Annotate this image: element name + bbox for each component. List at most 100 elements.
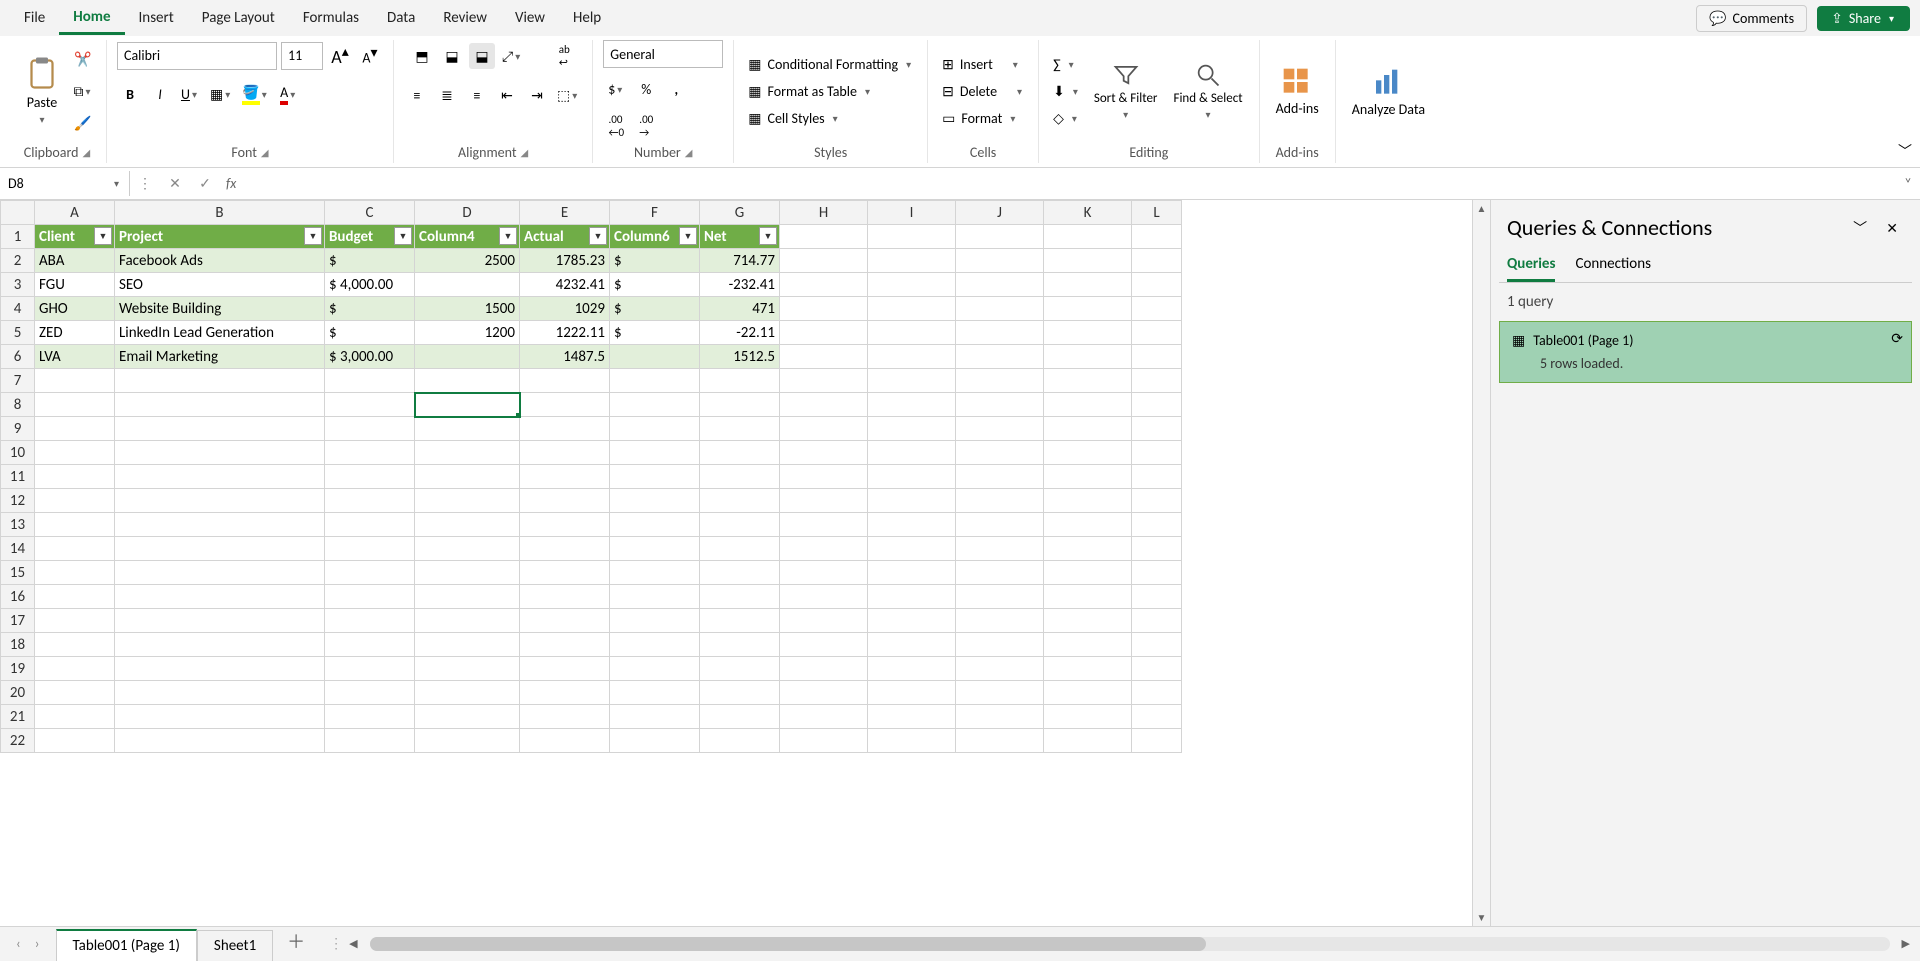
decrease-font-button[interactable]: A▾: [357, 41, 383, 70]
cell[interactable]: [956, 657, 1044, 681]
cell[interactable]: [1132, 585, 1182, 609]
align-center-button[interactable]: ≣: [434, 82, 460, 108]
tab-file[interactable]: File: [10, 3, 59, 33]
cell[interactable]: [956, 465, 1044, 489]
cell[interactable]: [610, 729, 700, 753]
cell[interactable]: [700, 537, 780, 561]
cell[interactable]: $: [610, 321, 700, 345]
horizontal-scrollbar[interactable]: ⋮ ◀ ▶: [319, 935, 1920, 952]
cell[interactable]: [1044, 681, 1132, 705]
row-header[interactable]: 5: [1, 321, 35, 345]
cell[interactable]: [700, 705, 780, 729]
cell[interactable]: [115, 585, 325, 609]
pane-collapse-button[interactable]: ﹀: [1843, 220, 1877, 237]
cell[interactable]: [780, 681, 868, 705]
cell[interactable]: [415, 729, 520, 753]
cell[interactable]: [35, 369, 115, 393]
cell[interactable]: [700, 585, 780, 609]
cell[interactable]: [520, 609, 610, 633]
cell[interactable]: [956, 417, 1044, 441]
cell[interactable]: ABA: [35, 249, 115, 273]
cell[interactable]: [868, 489, 956, 513]
spreadsheet-grid[interactable]: ABCDEFGHIJKL1Client▼Project▼Budget▼Colum…: [0, 200, 1182, 753]
cell[interactable]: [956, 393, 1044, 417]
cell[interactable]: [1132, 369, 1182, 393]
cell[interactable]: [868, 729, 956, 753]
cell[interactable]: [115, 561, 325, 585]
cell[interactable]: [415, 345, 520, 369]
cell[interactable]: [956, 273, 1044, 297]
cell[interactable]: Website Building: [115, 297, 325, 321]
cell[interactable]: [415, 633, 520, 657]
cell[interactable]: [35, 633, 115, 657]
cell[interactable]: [325, 489, 415, 513]
cell[interactable]: [415, 609, 520, 633]
cell[interactable]: [520, 489, 610, 513]
decrease-indent-button[interactable]: ⇤: [494, 82, 520, 108]
cell[interactable]: [868, 273, 956, 297]
table-header-cell[interactable]: Column4▼: [415, 225, 520, 249]
cell[interactable]: [1044, 393, 1132, 417]
cell[interactable]: [35, 681, 115, 705]
scroll-down-icon[interactable]: ▼: [1477, 911, 1487, 924]
cell[interactable]: [868, 609, 956, 633]
cell[interactable]: [115, 657, 325, 681]
cell[interactable]: -22.11: [700, 321, 780, 345]
cell[interactable]: [520, 393, 610, 417]
cell[interactable]: [700, 417, 780, 441]
cell[interactable]: [610, 369, 700, 393]
cell[interactable]: [868, 369, 956, 393]
sheet-tab-active[interactable]: Table001 (Page 1): [56, 929, 197, 961]
cell[interactable]: [325, 705, 415, 729]
cell[interactable]: [780, 321, 868, 345]
cell[interactable]: [610, 417, 700, 441]
cell[interactable]: [1132, 513, 1182, 537]
cell[interactable]: [956, 681, 1044, 705]
cell[interactable]: [868, 297, 956, 321]
cell[interactable]: [415, 657, 520, 681]
cell[interactable]: [325, 585, 415, 609]
cell[interactable]: [325, 417, 415, 441]
cell[interactable]: 1512.5: [700, 345, 780, 369]
scroll-up-icon[interactable]: ▲: [1477, 202, 1487, 215]
filter-button[interactable]: ▼: [679, 227, 697, 245]
sheet-nav-prev-button[interactable]: ‹: [16, 935, 21, 952]
cell[interactable]: [868, 345, 956, 369]
font-size-combo[interactable]: [281, 42, 323, 70]
cell[interactable]: [956, 609, 1044, 633]
cell[interactable]: [520, 657, 610, 681]
cell[interactable]: [610, 633, 700, 657]
cell[interactable]: [1044, 633, 1132, 657]
row-header[interactable]: 20: [1, 681, 35, 705]
row-header[interactable]: 1: [1, 225, 35, 249]
format-as-table-button[interactable]: ▦Format as Table▾: [744, 81, 917, 102]
cell[interactable]: [415, 705, 520, 729]
cell[interactable]: ZED: [35, 321, 115, 345]
cell[interactable]: [868, 705, 956, 729]
cell[interactable]: [700, 729, 780, 753]
cell[interactable]: [1132, 561, 1182, 585]
row-header[interactable]: 10: [1, 441, 35, 465]
cell[interactable]: [780, 417, 868, 441]
cell[interactable]: SEO: [115, 273, 325, 297]
cell[interactable]: [868, 393, 956, 417]
cell[interactable]: [780, 657, 868, 681]
cell[interactable]: [956, 441, 1044, 465]
dialog-launcher-icon[interactable]: ◢: [685, 146, 693, 159]
cell[interactable]: [115, 729, 325, 753]
cell[interactable]: [868, 537, 956, 561]
cell[interactable]: [35, 537, 115, 561]
pane-close-button[interactable]: ✕: [1880, 220, 1904, 237]
align-top-button[interactable]: ⬒: [409, 43, 435, 69]
cell[interactable]: [1132, 225, 1182, 249]
row-header[interactable]: 11: [1, 465, 35, 489]
row-header[interactable]: 4: [1, 297, 35, 321]
accounting-format-button[interactable]: $▾: [603, 76, 629, 102]
tab-review[interactable]: Review: [429, 3, 501, 33]
cell[interactable]: [1044, 585, 1132, 609]
cell[interactable]: [1044, 225, 1132, 249]
cell[interactable]: 1222.11: [520, 321, 610, 345]
cell[interactable]: [780, 513, 868, 537]
format-painter-button[interactable]: 🖌️: [70, 110, 96, 136]
cell[interactable]: [610, 657, 700, 681]
